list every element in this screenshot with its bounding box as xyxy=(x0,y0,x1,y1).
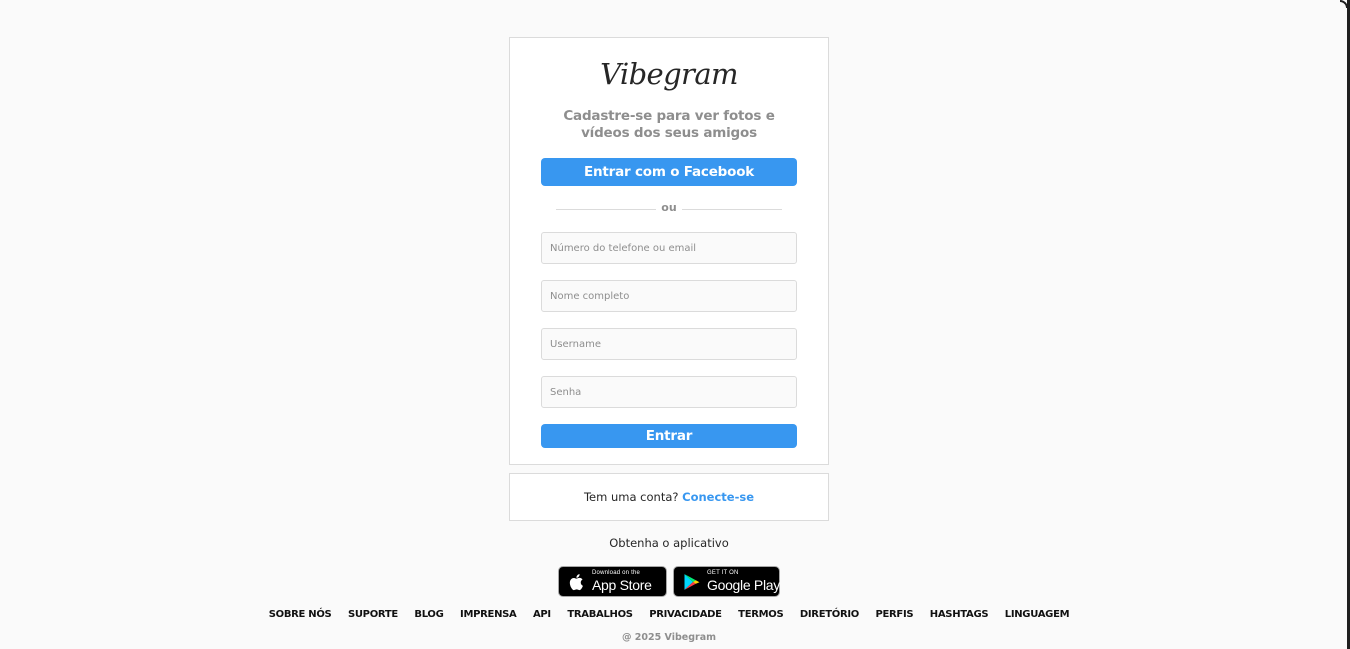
footer-link-termos[interactable]: TERMOS xyxy=(738,609,784,620)
facebook-login-button[interactable]: Entrar com o Facebook xyxy=(541,158,797,186)
apple-icon xyxy=(569,574,583,591)
google-play-small-text: GET IT ON xyxy=(707,570,739,576)
divider-line-left xyxy=(556,209,656,210)
google-play-badge[interactable]: GET IT ON Google Play xyxy=(673,566,780,597)
footer-link-diretorio[interactable]: DIRETÓRIO xyxy=(800,609,859,620)
login-prompt-text: Tem uma conta? xyxy=(583,490,679,504)
footer-link-trabalhos[interactable]: TRABALHOS xyxy=(567,609,633,620)
tagline-line-2: vídeos dos seus amigos xyxy=(581,125,757,141)
footer-link-privacidade[interactable]: PRIVACIDADE xyxy=(649,609,722,620)
get-app-label: Obtenha o aplicativo xyxy=(609,536,729,550)
footer-link-linguagem[interactable]: LINGUAGEM xyxy=(1005,609,1070,620)
tagline-line-1: Cadastre-se para ver fotos e xyxy=(563,108,775,124)
signup-tagline: Cadastre-se para ver fotos e vídeos dos … xyxy=(509,108,829,142)
login-prompt-box: Tem uma conta? Conecte-se xyxy=(509,473,829,521)
password-input[interactable] xyxy=(541,376,797,408)
footer-link-perfis[interactable]: PERFIS xyxy=(875,609,913,620)
contact-input[interactable] xyxy=(541,232,797,264)
copyright-text: @ 2025 Vibegram xyxy=(621,632,717,643)
username-input[interactable] xyxy=(541,328,797,360)
app-store-badge[interactable]: Download on the App Store xyxy=(558,566,667,597)
login-link[interactable]: Conecte-se xyxy=(682,490,754,504)
divider-text: ou xyxy=(661,201,677,214)
brand-logo: Vibegram xyxy=(600,57,738,91)
google-play-big-text: Google Play xyxy=(707,577,780,593)
fullname-input[interactable] xyxy=(541,280,797,312)
footer-link-sobre[interactable]: SOBRE NÓS xyxy=(269,609,332,620)
footer-link-hashtags[interactable]: HASHTAGS xyxy=(930,609,989,620)
divider-line-right xyxy=(682,209,782,210)
footer-links: SOBRE NÓS SUPORTE BLOG IMPRENSA API TRAB… xyxy=(0,609,1338,620)
app-store-small-text: Download on the xyxy=(592,570,641,576)
footer-link-suporte[interactable]: SUPORTE xyxy=(348,609,398,620)
google-play-icon xyxy=(684,574,700,590)
footer-link-imprensa[interactable]: IMPRENSA xyxy=(460,609,517,620)
footer-link-api[interactable]: API xyxy=(533,609,551,620)
app-store-big-text: App Store xyxy=(592,577,652,593)
signup-submit-button[interactable]: Entrar xyxy=(541,424,797,448)
footer-link-blog[interactable]: BLOG xyxy=(414,609,443,620)
